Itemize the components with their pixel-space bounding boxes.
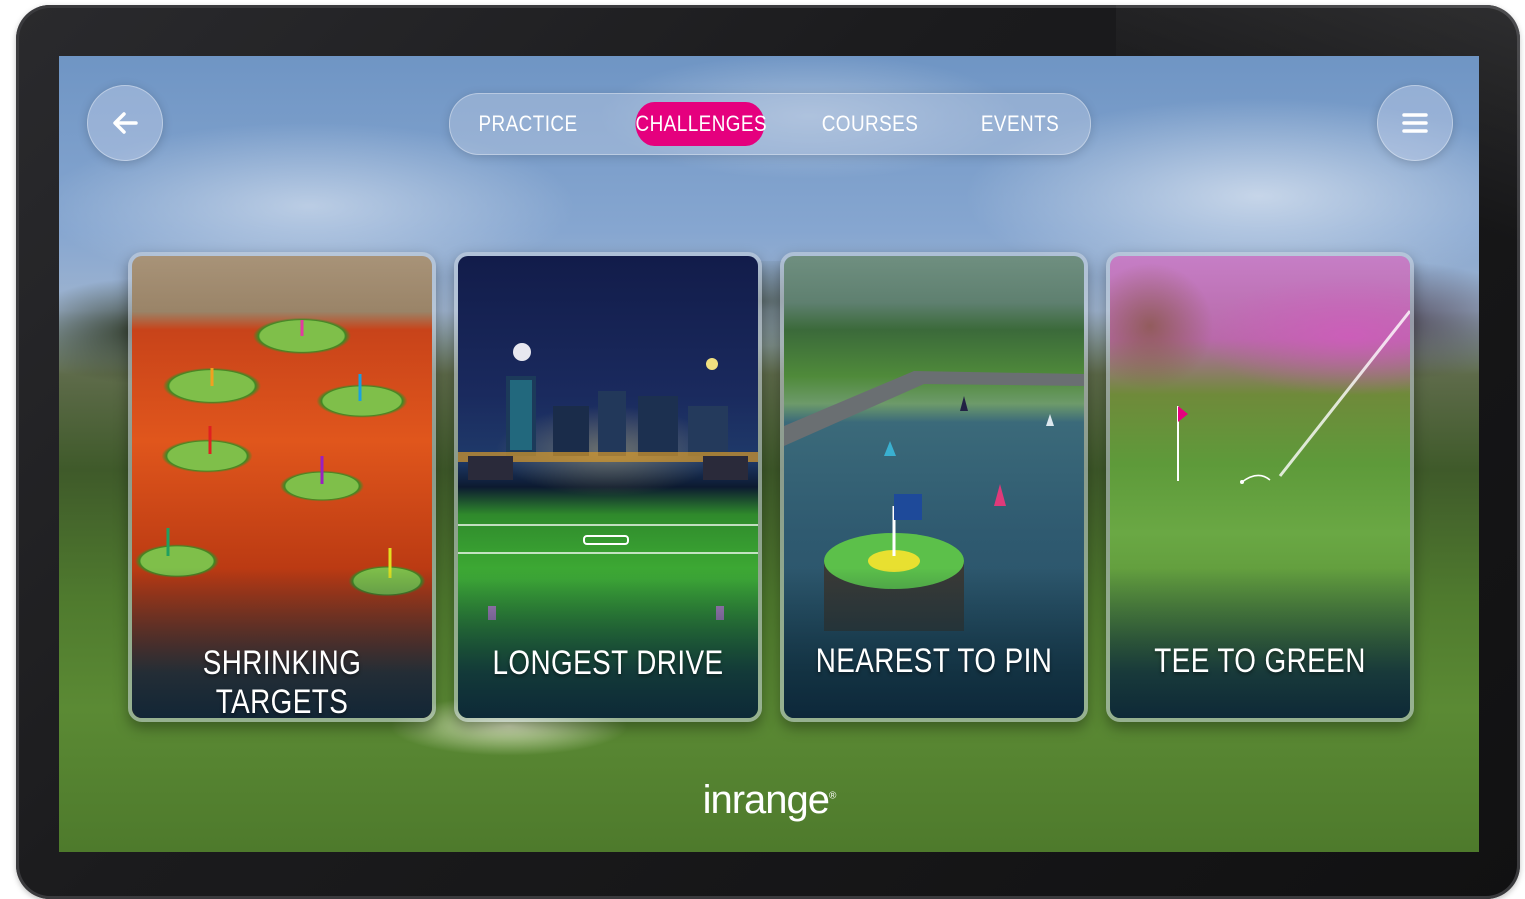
card-title: NEAREST TO PIN [815,642,1053,680]
tab-practice[interactable]: PRACTICE [476,102,579,146]
menu-button[interactable] [1377,85,1453,161]
challenge-card-tee-to-green[interactable]: TEE TO GREEN [1106,252,1414,722]
arrow-left-icon [113,112,138,134]
challenge-card-shrinking-targets[interactable]: SHRINKING TARGETS [128,252,436,722]
card-title: SHRINKING TARGETS [202,644,362,721]
tab-challenges[interactable]: CHALLENGES [635,102,767,146]
registered-mark: ® [829,790,836,802]
challenge-card-nearest-to-pin[interactable]: NEAREST TO PIN [780,252,1088,722]
card-title: LONGEST DRIVE [492,644,724,682]
card-shade [458,568,758,718]
card-title: TEE TO GREEN [1154,642,1366,680]
tab-events[interactable]: EVENTS [968,102,1071,146]
challenge-card-longest-drive[interactable]: LONGEST DRIVE [454,252,762,722]
top-tab-bar: PRACTICE CHALLENGES COURSES EVENTS [449,93,1091,155]
brand-logo: inrange® [59,778,1479,823]
brand-logo-text: inrange [702,778,830,822]
hamburger-menu-icon [1402,113,1428,133]
back-button[interactable] [87,85,163,161]
app-screen: PRACTICE CHALLENGES COURSES EVENTS SHRIN… [59,56,1479,852]
tab-courses[interactable]: COURSES [818,102,921,146]
